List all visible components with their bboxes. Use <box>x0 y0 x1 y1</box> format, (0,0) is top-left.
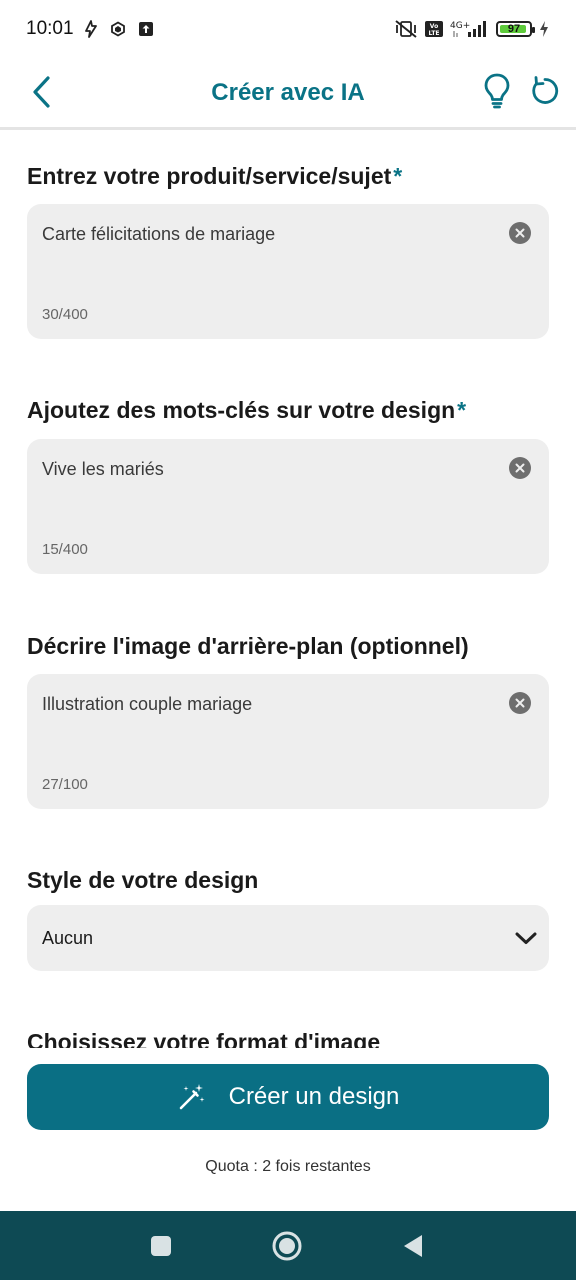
format-section: Choisissez votre format d'image <box>27 1028 549 1048</box>
volte-icon: Vo LTE <box>424 20 444 38</box>
battery-level: 97 <box>507 23 521 35</box>
product-char-counter: 30/400 <box>42 306 88 323</box>
network-4g-icon: 4G+ <box>450 19 490 39</box>
style-dropdown[interactable]: Aucun <box>27 905 549 971</box>
product-label: Entrez votre produit/service/sujet* <box>27 162 549 190</box>
background-section: Décrire l'image d'arrière-plan (optionne… <box>27 632 549 809</box>
battery-icon: 97 <box>496 21 535 37</box>
ideas-button[interactable] <box>482 72 512 110</box>
close-icon <box>515 698 525 708</box>
background-clear-button[interactable] <box>509 692 531 714</box>
signal-arrow-icon <box>84 20 98 38</box>
keywords-input[interactable]: Vive les mariés 15/400 <box>27 439 549 574</box>
status-time: 10:01 <box>26 18 74 39</box>
magic-wand-icon <box>179 1084 205 1110</box>
style-section: Style de votre design Aucun <box>27 866 549 971</box>
hexagon-app-icon <box>110 21 126 37</box>
required-mark: * <box>457 397 467 423</box>
app-header: Créer avec IA <box>0 58 576 128</box>
chevron-down-icon <box>515 932 537 944</box>
product-input[interactable]: Carte félicitations de mariage 30/400 <box>27 204 549 339</box>
keywords-label: Ajoutez des mots-clés sur votre design* <box>27 396 549 424</box>
required-mark: * <box>393 163 403 189</box>
style-label: Style de votre design <box>27 867 259 893</box>
status-bar: 10:01 Vo LTE 4G+ 97 <box>0 0 576 58</box>
home-circle-icon <box>272 1231 302 1261</box>
keywords-input-value[interactable]: Vive les mariés <box>42 459 164 480</box>
lightbulb-icon <box>484 73 510 109</box>
keywords-section: Ajoutez des mots-clés sur votre design* … <box>27 396 549 574</box>
style-selected-value: Aucun <box>42 928 94 948</box>
background-char-counter: 27/100 <box>42 776 88 793</box>
back-button[interactable] <box>28 74 60 110</box>
svg-text:LTE: LTE <box>428 30 439 37</box>
keywords-char-counter: 15/400 <box>42 541 88 558</box>
home-button[interactable] <box>270 1229 304 1263</box>
create-design-label: Créer un design <box>228 1083 400 1110</box>
status-right-icons: Vo LTE 4G+ 97 <box>394 19 550 39</box>
product-label-text: Entrez votre produit/service/sujet <box>27 163 392 189</box>
background-label: Décrire l'image d'arrière-plan (optionne… <box>27 633 469 659</box>
svg-text:4G+: 4G+ <box>450 21 470 31</box>
close-icon <box>515 463 525 473</box>
background-input[interactable]: Illustration couple mariage 27/100 <box>27 674 549 809</box>
back-nav-button[interactable] <box>396 1229 430 1263</box>
product-section: Entrez votre produit/service/sujet* Cart… <box>27 162 549 339</box>
upload-icon <box>138 21 154 37</box>
create-design-button[interactable]: Créer un design <box>27 1064 549 1130</box>
refresh-icon <box>532 76 559 104</box>
system-nav-bar <box>0 1211 576 1280</box>
triangle-back-icon <box>404 1235 422 1257</box>
charging-icon <box>538 20 550 38</box>
keywords-label-text: Ajoutez des mots-clés sur votre design <box>27 397 456 423</box>
chevron-left-icon <box>33 76 50 108</box>
quota-text: Quota : 2 fois restantes <box>205 1158 371 1175</box>
background-input-value[interactable]: Illustration couple mariage <box>42 694 252 715</box>
square-icon <box>151 1236 171 1256</box>
vibrate-off-icon <box>394 19 418 39</box>
status-left-icons <box>84 20 154 38</box>
page-title: Créer avec IA <box>211 79 365 106</box>
form-content[interactable]: Entrez votre produit/service/sujet* Cart… <box>0 130 576 1048</box>
keywords-clear-button[interactable] <box>509 457 531 479</box>
format-label: Choisissez votre format d'image <box>27 1029 381 1048</box>
product-clear-button[interactable] <box>509 222 531 244</box>
reset-button[interactable] <box>528 74 562 108</box>
close-icon <box>515 228 525 238</box>
product-input-value[interactable]: Carte félicitations de mariage <box>42 224 275 245</box>
recent-apps-button[interactable] <box>144 1229 178 1263</box>
svg-text:Vo: Vo <box>430 23 438 30</box>
